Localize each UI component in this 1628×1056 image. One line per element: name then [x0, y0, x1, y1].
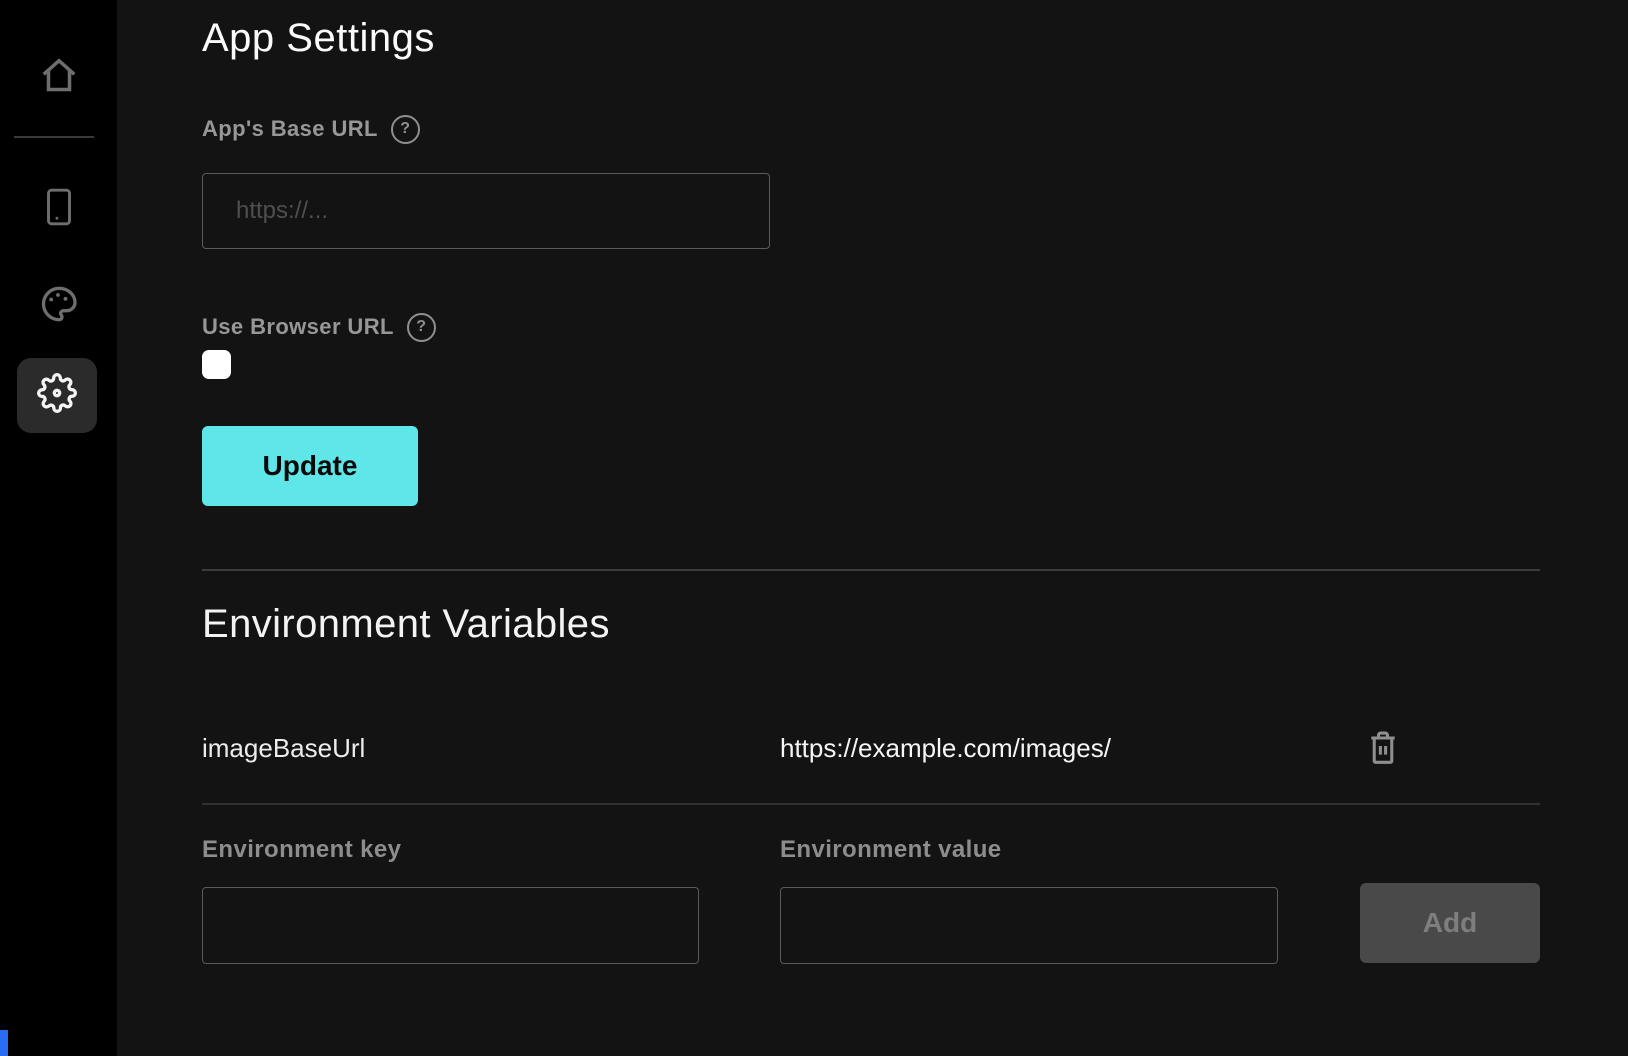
trash-icon	[1364, 756, 1402, 771]
page-title: App Settings	[202, 14, 435, 62]
use-browser-url-checkbox[interactable]	[202, 350, 231, 379]
env-variable-key: imageBaseUrl	[202, 728, 365, 768]
browser-url-label: Use Browser URL	[202, 314, 394, 340]
env-variable-row: imageBaseUrl https://example.com/images/	[117, 728, 1628, 768]
settings-page: App Settings App's Base URL ? Use Browse…	[117, 0, 1628, 1056]
env-section-title: Environment Variables	[202, 600, 610, 648]
sidebar-item-home[interactable]	[0, 54, 117, 96]
help-icon[interactable]: ?	[407, 313, 436, 342]
home-icon	[39, 55, 79, 95]
add-variable-button[interactable]: Add	[1360, 883, 1540, 963]
env-key-label: Environment key	[202, 836, 401, 864]
browser-url-field-label: Use Browser URL ?	[202, 312, 436, 342]
help-icon[interactable]: ?	[391, 115, 420, 144]
device-icon	[42, 186, 76, 228]
env-value-input[interactable]	[780, 887, 1278, 964]
env-value-label: Environment value	[780, 836, 1002, 864]
gear-icon	[37, 373, 77, 418]
sidebar-divider	[14, 136, 94, 138]
update-button[interactable]: Update	[202, 426, 418, 506]
palette-icon	[38, 284, 80, 324]
env-key-input[interactable]	[202, 887, 699, 964]
base-url-field-label: App's Base URL ?	[202, 114, 420, 144]
base-url-input[interactable]	[202, 173, 770, 249]
sidebar-item-theme[interactable]	[0, 283, 117, 325]
section-divider	[202, 569, 1540, 571]
base-url-label: App's Base URL	[202, 116, 378, 142]
sidebar	[0, 0, 117, 1056]
delete-variable-button[interactable]	[1364, 728, 1402, 768]
env-variable-value: https://example.com/images/	[780, 728, 1111, 768]
row-divider	[202, 803, 1540, 805]
sidebar-item-settings[interactable]	[17, 358, 97, 433]
sidebar-item-device[interactable]	[0, 186, 117, 228]
corner-focus-artifact	[0, 1030, 8, 1056]
